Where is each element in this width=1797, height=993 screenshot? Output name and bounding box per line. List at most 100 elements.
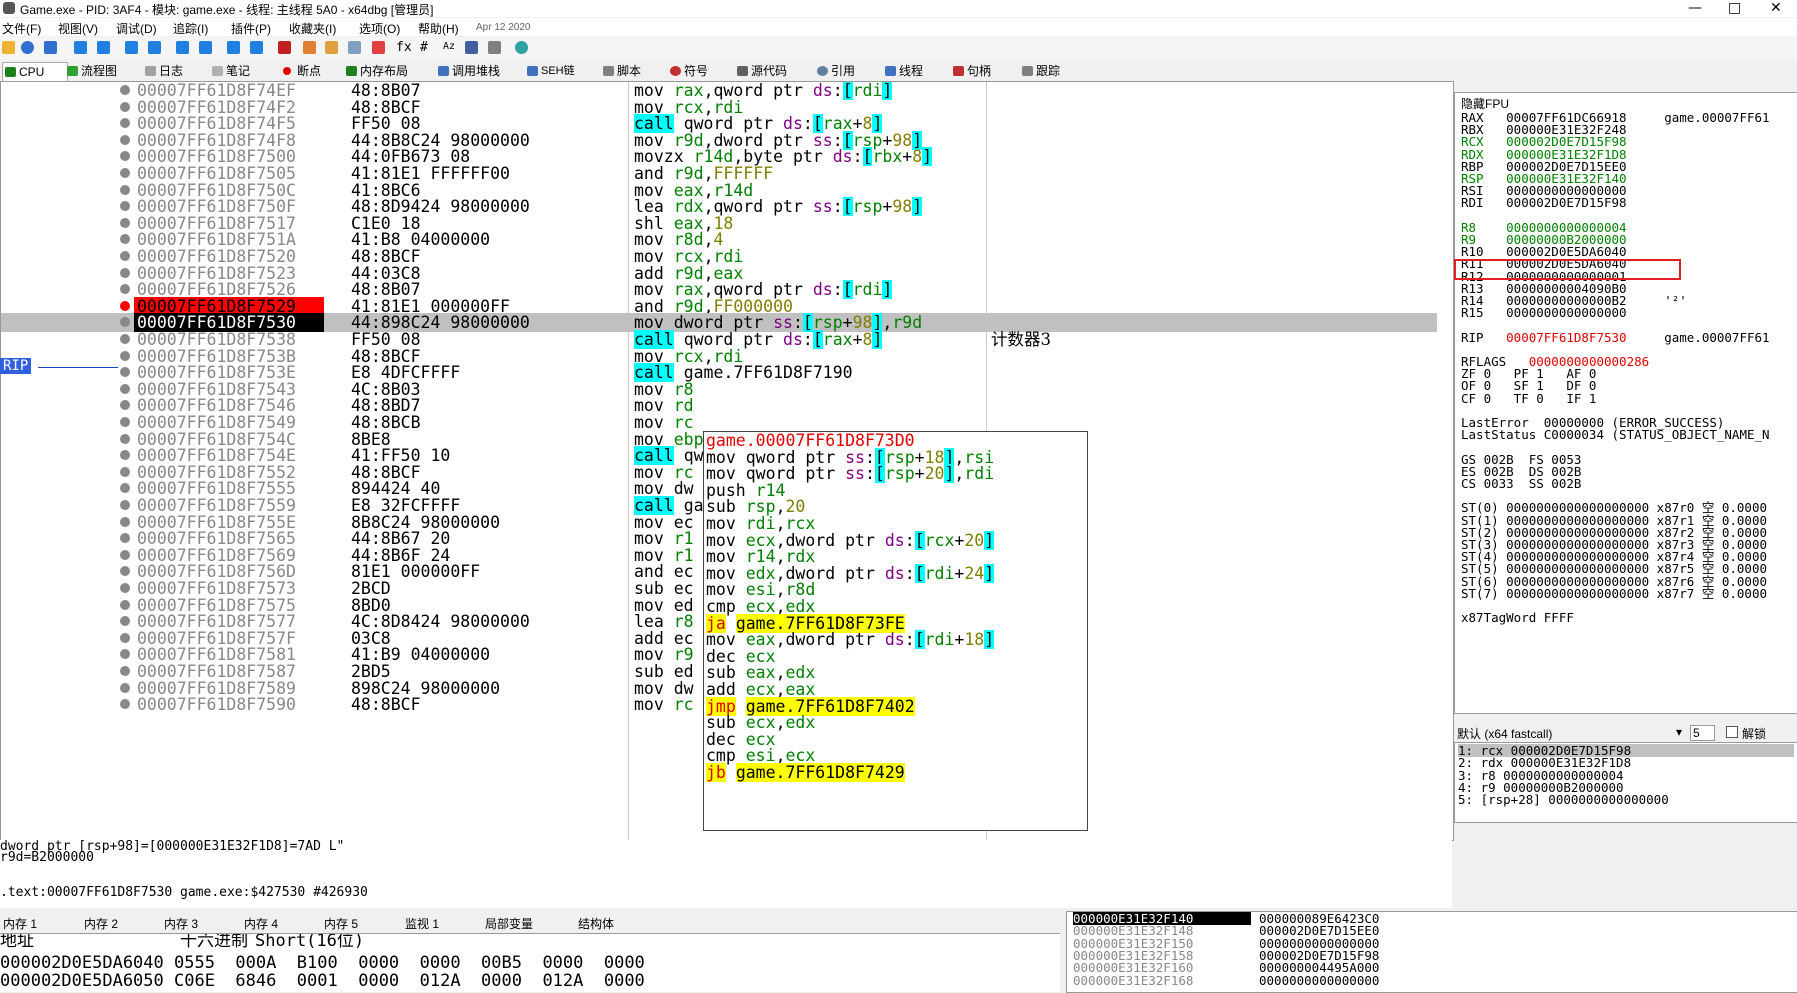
stop-icon[interactable]	[44, 41, 57, 54]
chevron-down-icon[interactable]: ▾	[1676, 725, 1682, 739]
calling-convention-select[interactable]: 默认 (x64 fastcall)	[1457, 725, 1552, 742]
tab-symbols[interactable]: 符号	[668, 62, 708, 80]
step-into-icon[interactable]	[125, 41, 138, 54]
breakpoint-dot[interactable]	[120, 350, 130, 361]
tab-notes[interactable]: 笔记	[210, 62, 250, 80]
register-line[interactable]: CS 0033 SS 002B	[1461, 477, 1581, 491]
breakpoint-dot[interactable]	[120, 101, 130, 112]
tab-watch-1[interactable]: 监视 1	[405, 915, 439, 932]
breakpoint-dot[interactable]	[120, 483, 130, 494]
arguments-panel[interactable]: 1: rcx 000002D0E7D15F98 2: rdx 000000E31E…	[1454, 742, 1797, 823]
arg-count-spinner[interactable]: 5	[1690, 725, 1715, 741]
help-icon[interactable]	[515, 41, 528, 54]
breakpoint-dot[interactable]	[120, 334, 130, 344]
menu-favorites[interactable]: 收藏夹(I)	[289, 20, 336, 37]
tab-handles[interactable]: 句柄	[951, 62, 991, 80]
tab-dump-5[interactable]: 内存 5	[324, 915, 358, 932]
tab-seh[interactable]: SEH链	[525, 62, 575, 80]
tab-trace[interactable]: 跟踪	[1020, 62, 1060, 80]
menu-help[interactable]: 帮助(H)	[418, 20, 459, 37]
breakpoint-dot[interactable]	[120, 168, 130, 178]
labels-icon[interactable]	[325, 41, 338, 54]
register-line[interactable]: LastStatus C0000034 (STATUS_OBJECT_NAME_…	[1461, 428, 1770, 442]
breakpoint-dot[interactable]	[120, 201, 130, 212]
breakpoint-dot[interactable]	[120, 251, 130, 261]
breakpoint-dot[interactable]	[120, 616, 130, 627]
menu-view[interactable]: 视图(V)	[58, 20, 98, 37]
step-over-icon[interactable]	[148, 41, 161, 54]
breakpoint-dot[interactable]	[120, 367, 130, 378]
menu-trace[interactable]: 追踪(I)	[173, 20, 208, 37]
breakpoint-dot[interactable]	[120, 217, 130, 228]
breakpoint-dot[interactable]	[120, 450, 130, 461]
tab-struct[interactable]: 结构体	[578, 915, 614, 932]
tab-graph[interactable]: 流程图	[65, 62, 117, 80]
bookmarks-icon[interactable]	[348, 41, 361, 54]
stack-address[interactable]: 000000E31E32F168	[1073, 974, 1193, 987]
breakpoint-dot[interactable]	[120, 566, 130, 577]
tab-dump-1[interactable]: 内存 1	[3, 915, 37, 932]
register-line[interactable]: x87TagWord FFFF	[1461, 611, 1574, 625]
restart-icon[interactable]	[21, 41, 34, 54]
tab-dump-4[interactable]: 内存 4	[244, 915, 278, 932]
unlock-checkbox[interactable]	[1726, 726, 1738, 738]
breakpoint-dot[interactable]	[120, 649, 130, 660]
breakpoint-dot[interactable]	[120, 682, 130, 693]
tab-dump-2[interactable]: 内存 2	[84, 915, 118, 932]
trace-into-icon[interactable]	[176, 41, 189, 54]
open-icon[interactable]	[2, 41, 15, 54]
menu-file[interactable]: 文件(F)	[2, 20, 41, 37]
breakpoint-dot[interactable]	[120, 300, 130, 311]
register-line[interactable]: ST(7) 0000000000000000000 x87r7 空 0.0000	[1461, 586, 1767, 601]
breakpoint-dot[interactable]	[120, 599, 130, 610]
breakpoint-dot[interactable]	[120, 699, 130, 710]
memory-dump[interactable]: 地址 十六进制 Short(16位) 000002D0E5DA6040 0555…	[0, 933, 1060, 992]
breakpoint-dot[interactable]	[120, 533, 130, 544]
breakpoint-dot[interactable]	[120, 284, 130, 295]
tab-references[interactable]: 引用	[815, 62, 855, 80]
tab-cpu[interactable]: CPU	[2, 62, 68, 81]
breakpoint-dot[interactable]	[120, 417, 130, 427]
breakpoint-dot[interactable]	[120, 632, 130, 643]
execute-till-return-icon[interactable]	[227, 41, 240, 54]
tab-breakpoints[interactable]: 断点	[281, 62, 321, 80]
calculator-icon[interactable]	[488, 41, 501, 54]
breakpoint-dot[interactable]	[120, 549, 130, 560]
register-line[interactable]: R15 0000000000000000	[1461, 306, 1627, 320]
breakpoint-dot[interactable]	[120, 184, 130, 195]
functions-icon[interactable]	[372, 41, 385, 54]
argument-line[interactable]: 5: [rsp+28] 0000000000000000	[1458, 793, 1669, 806]
breakpoint-dot[interactable]	[120, 267, 130, 278]
breakpoint-dot[interactable]	[120, 234, 130, 245]
tab-call-stack[interactable]: 调用堆栈	[436, 62, 500, 80]
run-icon[interactable]	[74, 41, 87, 54]
breakpoint-dot[interactable]	[120, 516, 130, 527]
menu-options[interactable]: 选项(O)	[359, 20, 400, 37]
register-line[interactable]: CF 0 TF 0 IF 1	[1461, 391, 1596, 406]
breakpoint-dot[interactable]	[120, 151, 130, 162]
tab-threads[interactable]: 线程	[883, 62, 923, 80]
breakpoint-dot[interactable]	[120, 433, 130, 444]
register-line[interactable]: RDI 000002D0E7D15F98	[1461, 196, 1627, 210]
menu-debug[interactable]: 调试(D)	[116, 20, 157, 37]
breakpoint-dot[interactable]	[120, 383, 130, 394]
close-icon[interactable]: ✕	[1770, 0, 1782, 16]
tab-locals[interactable]: 局部变量	[485, 915, 533, 932]
maximize-icon[interactable]: □	[1728, 0, 1741, 16]
run-to-user-code-icon[interactable]	[250, 41, 263, 54]
breakpoint-dot[interactable]	[120, 400, 130, 411]
breakpoint-dot[interactable]	[120, 500, 130, 510]
breakpoint-dot[interactable]	[120, 317, 130, 328]
registers-panel[interactable]: 隐藏FPU RAX 00007FF61DC66918 game.00007FF6…	[1454, 92, 1797, 714]
breakpoint-dot[interactable]	[120, 583, 130, 593]
breakpoint-dot[interactable]	[120, 666, 130, 676]
hash-icon[interactable]: #	[420, 40, 428, 55]
tab-dump-3[interactable]: 内存 3	[164, 915, 198, 932]
register-line[interactable]: RIP 00007FF61D8F7530 game.00007FF61	[1461, 330, 1770, 345]
menu-plugins[interactable]: 插件(P)	[231, 20, 271, 37]
pause-icon[interactable]	[97, 41, 110, 54]
comments-icon[interactable]	[303, 41, 316, 54]
breakpoint-dot[interactable]	[120, 134, 130, 145]
script-icon[interactable]	[278, 41, 291, 54]
tab-memory-map[interactable]: 内存布局	[344, 62, 408, 80]
